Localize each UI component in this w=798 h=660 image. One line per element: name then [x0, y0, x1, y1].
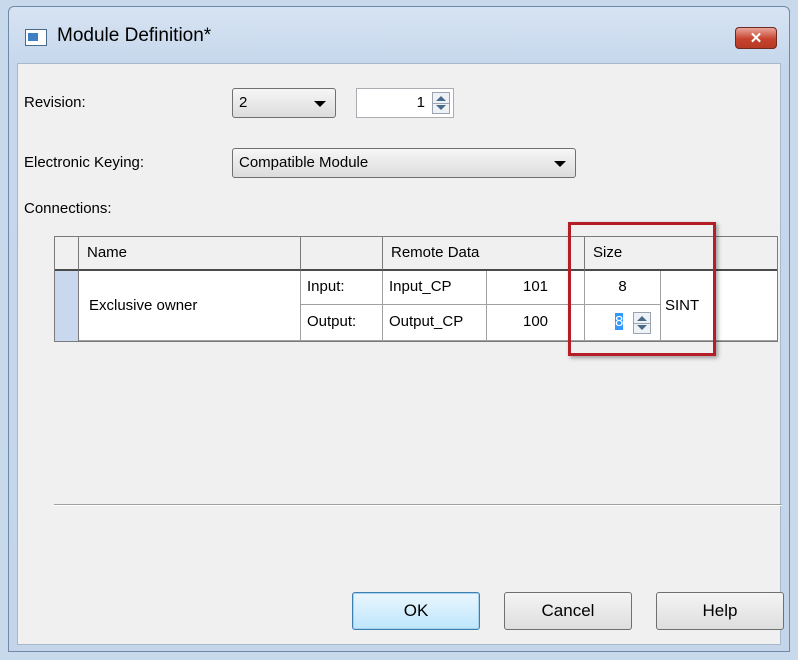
- electronic-keying-select[interactable]: Compatible Module: [232, 148, 576, 178]
- output-label: Output:: [307, 313, 357, 330]
- cancel-button[interactable]: Cancel: [504, 592, 632, 630]
- spin-up-down-icon[interactable]: [432, 92, 450, 114]
- output-label-cell: Output:: [301, 305, 383, 341]
- input-label: Input:: [307, 278, 345, 295]
- help-button[interactable]: Help: [656, 592, 784, 630]
- separator-line: [54, 504, 782, 506]
- input-label-cell: Input:: [301, 271, 383, 305]
- connection-name: Exclusive owner: [89, 297, 198, 314]
- connections-label: Connections:: [24, 200, 112, 217]
- revision-major-select[interactable]: 2: [232, 88, 336, 118]
- size-column-highlight-box: [568, 222, 716, 356]
- revision-major-value: 2: [239, 94, 248, 111]
- output-tag-cell[interactable]: Output_CP: [383, 305, 487, 341]
- revision-minor-spinner[interactable]: 1: [356, 88, 454, 118]
- chevron-down-icon: [554, 161, 566, 167]
- close-icon: ✕: [749, 30, 763, 47]
- chevron-down-icon: [314, 101, 326, 107]
- input-tag: Input_CP: [389, 278, 452, 295]
- electronic-keying-label: Electronic Keying:: [24, 154, 145, 171]
- title-bar[interactable]: Module Definition* ✕: [9, 7, 789, 63]
- output-instance: 100: [522, 313, 549, 330]
- column-header-remote-data[interactable]: Remote Data: [383, 237, 585, 271]
- input-instance: 101: [522, 278, 549, 295]
- row-selector[interactable]: [55, 271, 79, 341]
- revision-minor-value: 1: [416, 94, 425, 111]
- output-tag: Output_CP: [389, 313, 464, 330]
- module-definition-dialog: Module Definition* ✕ Revision: 2 1 Elect…: [8, 6, 790, 652]
- electronic-keying-value: Compatible Module: [239, 154, 369, 171]
- column-header-name[interactable]: Name: [79, 237, 301, 271]
- input-tag-cell[interactable]: Input_CP: [383, 271, 487, 305]
- header-row-selector: [55, 237, 79, 271]
- dialog-body: Revision: 2 1 Electronic Keying: Compati…: [17, 63, 784, 645]
- ok-button[interactable]: OK: [352, 592, 480, 630]
- column-header-type[interactable]: [301, 237, 383, 271]
- window-title: Module Definition*: [57, 25, 212, 46]
- close-button[interactable]: ✕: [735, 27, 777, 49]
- revision-label: Revision:: [24, 94, 86, 111]
- connection-name-cell[interactable]: Exclusive owner: [79, 271, 301, 341]
- window-icon: [25, 29, 47, 46]
